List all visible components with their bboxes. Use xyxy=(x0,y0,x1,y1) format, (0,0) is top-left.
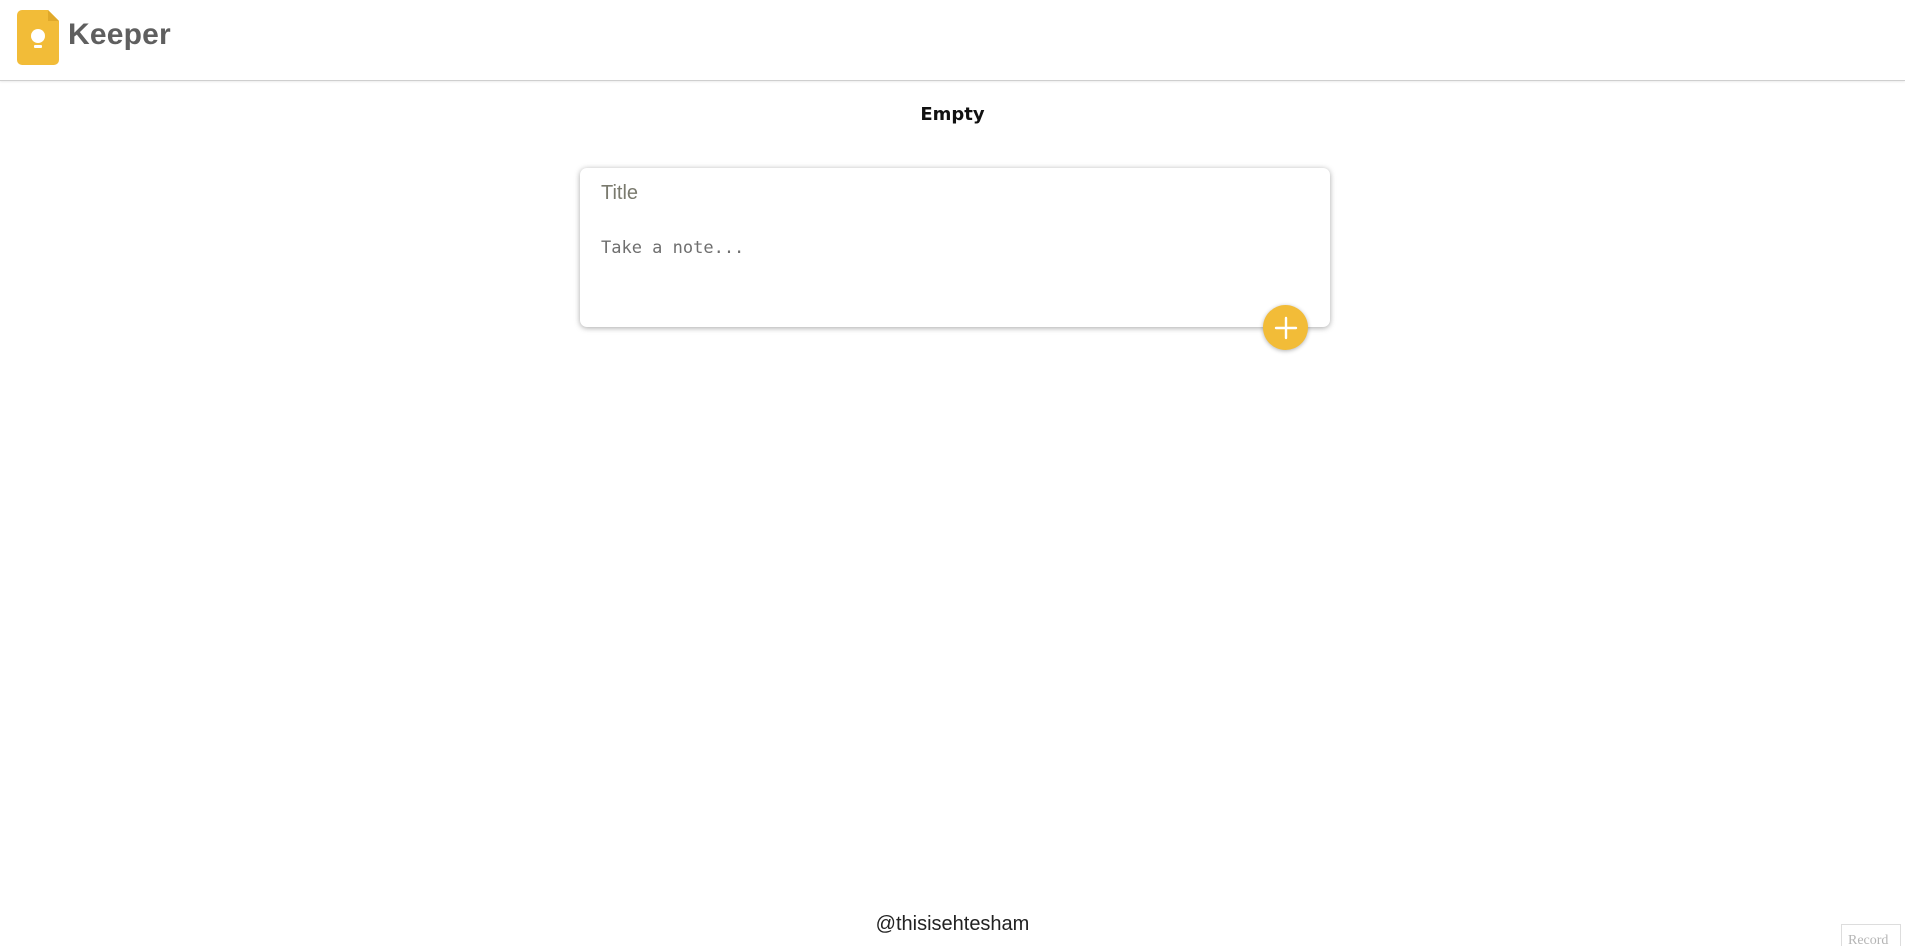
footer-credit: @thisisehtesham xyxy=(875,913,1030,935)
notes-empty-status: Empty xyxy=(920,104,985,125)
create-note-form xyxy=(580,168,1330,327)
keep-note-lightbulb-icon xyxy=(17,10,59,65)
record-widget[interactable]: Record xyxy=(1841,924,1901,946)
app-brand-name: Keeper xyxy=(68,18,171,51)
add-note-button[interactable] xyxy=(1263,305,1308,350)
app-header: Keeper xyxy=(0,0,1905,81)
note-content-input[interactable] xyxy=(601,238,1301,308)
plus-icon xyxy=(1274,316,1297,339)
note-title-input[interactable] xyxy=(601,178,1301,208)
